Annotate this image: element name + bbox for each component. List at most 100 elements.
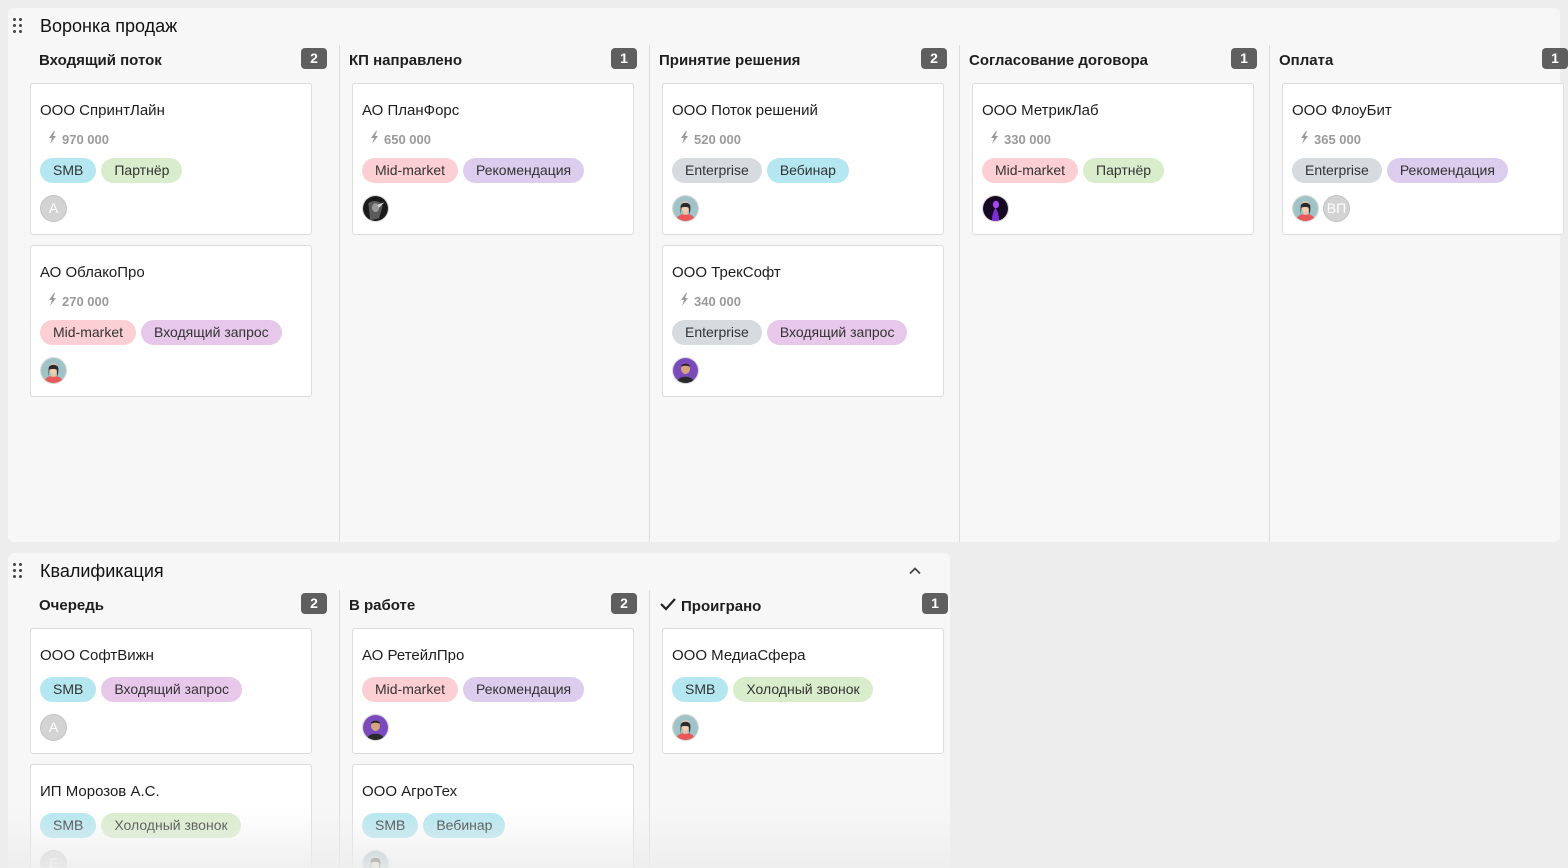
dark-portrait-avatar-icon[interactable]	[362, 194, 389, 222]
tag-chip[interactable]: Рекомендация	[463, 158, 585, 183]
column-header: Входящий поток 2	[30, 45, 339, 75]
assignee-avatars	[672, 713, 934, 741]
deal-amount: 340 000	[672, 293, 934, 309]
assignee-avatars	[672, 194, 934, 222]
tag-list: SMB Партнёр	[40, 158, 302, 183]
column-title: Очередь	[39, 597, 104, 614]
tag-chip[interactable]: SMB	[40, 813, 97, 838]
tag-chip[interactable]: Enterprise	[672, 320, 762, 345]
column-title: Принятие решения	[659, 52, 800, 69]
tag-chip[interactable]: Рекомендация	[1386, 158, 1508, 183]
tag-chip[interactable]: Входящий запрос	[101, 677, 243, 702]
chevron-up-icon[interactable]	[908, 564, 922, 578]
bolt-icon	[48, 131, 62, 147]
deal-card[interactable]: АО ПланФорс 650 000 Mid-market Рекомендация	[352, 83, 634, 235]
drag-handle-icon[interactable]	[13, 563, 25, 579]
tag-chip[interactable]: Входящий запрос	[141, 320, 282, 345]
deal-card[interactable]: АО ОблакоПро 270 000 Mid-market Входящий за…	[30, 245, 312, 397]
tag-list: Mid-market Рекомендация	[362, 158, 624, 183]
tag-chip[interactable]: SMB	[672, 677, 729, 702]
tag-chip[interactable]: Mid-market	[362, 158, 459, 183]
column-title: Оплата	[1279, 52, 1333, 69]
assignee-avatars	[362, 194, 624, 222]
tag-chip[interactable]: Холодный звонок	[733, 677, 873, 702]
tag-chip[interactable]: Партнёр	[101, 158, 183, 183]
deal-card[interactable]: ООО МетрикЛаб 330 000 Mid-market Партнёр	[972, 83, 1254, 235]
deal-amount-value: 270 000	[62, 293, 109, 309]
woman-avatar-icon[interactable]	[672, 194, 699, 222]
kanban-column: Согласование договора 1 ООО МетрикЛаб 330 0…	[960, 45, 1270, 542]
deal-amount: 520 000	[672, 131, 934, 147]
column-title: В работе	[349, 597, 415, 614]
check-icon	[659, 597, 681, 615]
deal-amount-value: 340 000	[694, 293, 741, 309]
deal-card[interactable]: ООО АгроТех SMB Вебинар	[352, 764, 634, 868]
tag-chip[interactable]: Рекомендация	[463, 677, 585, 702]
tag-chip[interactable]: SMB	[40, 158, 97, 183]
assignee-avatars	[362, 849, 624, 868]
woman-avatar-icon[interactable]	[362, 849, 389, 868]
column-title: Согласование договора	[969, 52, 1148, 69]
tag-chip[interactable]: SMB	[40, 677, 97, 702]
board-title: Воронка продаж	[40, 16, 178, 36]
tag-list: Enterprise Входящий запрос	[672, 320, 934, 345]
column-count-badge: 1	[1542, 48, 1568, 69]
kanban-column: Оплата 1 ООО ФлоуБит 365 000 Enterprise Реком…	[1270, 45, 1568, 542]
deal-title: ООО СпринтЛайн	[40, 102, 165, 119]
tag-list: SMB Входящий запрос	[40, 677, 302, 702]
card-list: ООО ФлоуБит 365 000 Enterprise Рекомендация…	[1270, 75, 1568, 235]
woman-avatar-icon[interactable]	[672, 713, 699, 741]
card-list: АО РетейлПро Mid-market Рекомендация ООО Аг…	[340, 620, 649, 868]
avatar-initials[interactable]: Е	[40, 849, 67, 868]
column-title-label: Оплата	[1279, 52, 1334, 69]
card-list: ООО МедиаСфера SMB Холодный звонок	[650, 620, 960, 754]
deal-card[interactable]: АО РетейлПро Mid-market Рекомендация	[352, 628, 634, 754]
card-list: ООО СофтВижн SMB Входящий запрос А ИП Морозо…	[30, 620, 339, 868]
deal-title: АО РетейлПро	[362, 647, 465, 664]
board-header: Квалификация	[8, 553, 950, 589]
assignee-avatars	[982, 194, 1244, 222]
deal-title: ООО ФлоуБит	[1292, 102, 1392, 119]
tag-chip[interactable]: SMB	[362, 813, 419, 838]
assignee-avatars	[40, 356, 302, 384]
deal-title: ООО МетрикЛаб	[982, 102, 1099, 119]
tag-chip[interactable]: Вебинар	[423, 813, 506, 838]
deal-card[interactable]: ООО СофтВижн SMB Входящий запрос А	[30, 628, 312, 754]
tag-chip[interactable]: Mid-market	[40, 320, 137, 345]
tag-chip[interactable]: Mid-market	[982, 158, 1079, 183]
woman-avatar-icon[interactable]	[1292, 194, 1319, 222]
deal-card[interactable]: ООО СпринтЛайн 970 000 SMB Партнёр А	[30, 83, 312, 235]
tag-chip[interactable]: Mid-market	[362, 677, 459, 702]
tag-chip[interactable]: Холодный звонок	[101, 813, 241, 838]
deal-title: ООО Поток решений	[672, 102, 818, 119]
deal-card[interactable]: ООО ТрекСофт 340 000 Enterprise Входящий за…	[662, 245, 944, 397]
tag-chip[interactable]: Enterprise	[672, 158, 762, 183]
man-purple-avatar-icon[interactable]	[362, 713, 389, 741]
deal-card[interactable]: ООО ФлоуБит 365 000 Enterprise Рекомендация…	[1282, 83, 1564, 235]
deal-card[interactable]: ООО Поток решений 520 000 Enterprise Вебина…	[662, 83, 944, 235]
purple-silhouette-avatar-icon[interactable]	[982, 194, 1009, 222]
column-header: Согласование договора 1	[960, 45, 1269, 75]
tag-chip[interactable]: Вебинар	[766, 158, 849, 183]
tag-chip[interactable]: Enterprise	[1292, 158, 1382, 183]
column-count-badge: 1	[611, 48, 637, 69]
avatar-initials[interactable]: А	[40, 713, 67, 741]
man-purple-avatar-icon[interactable]	[672, 356, 699, 384]
deal-card[interactable]: ООО МедиаСфера SMB Холодный звонок	[662, 628, 944, 754]
tag-list: SMB Холодный звонок	[40, 813, 302, 838]
deal-amount-value: 520 000	[694, 131, 741, 147]
avatar-initials[interactable]: А	[40, 194, 67, 222]
deal-card[interactable]: ИП Морозов А.С. SMB Холодный звонок Е	[30, 764, 312, 868]
column-title: Проиграно	[659, 597, 761, 615]
column-header: Проиграно 1	[650, 590, 960, 620]
woman-avatar-icon[interactable]	[40, 356, 67, 384]
tag-chip[interactable]: Партнёр	[1083, 158, 1165, 183]
kanban-column: Очередь 2 ООО СофтВижн SMB Входящий запрос А И…	[30, 590, 340, 868]
tag-list: Mid-market Рекомендация	[362, 677, 624, 702]
avatar-initials[interactable]: ВП	[1323, 194, 1350, 222]
deal-title: ООО ТрекСофт	[672, 264, 781, 281]
drag-handle-icon[interactable]	[13, 18, 25, 34]
column-header: Принятие решения 2	[650, 45, 959, 75]
bolt-icon	[48, 293, 62, 309]
tag-chip[interactable]: Входящий запрос	[766, 320, 908, 345]
